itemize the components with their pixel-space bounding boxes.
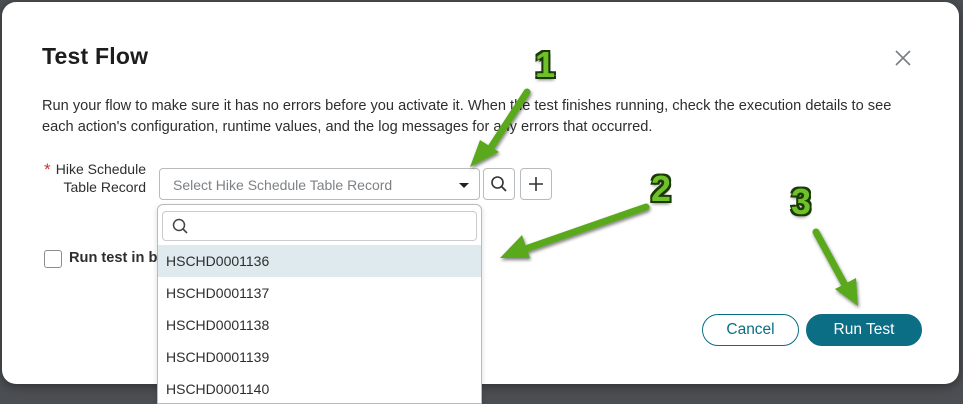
dropdown-option[interactable]: HSCHD0001136 — [158, 245, 481, 277]
lookup-search-button[interactable] — [483, 168, 515, 200]
close-icon[interactable] — [891, 46, 915, 70]
dialog-description: Run your flow to make sure it has no err… — [42, 98, 892, 135]
record-select-placeholder: Select Hike Schedule Table Record — [173, 177, 393, 193]
caret-down-icon[interactable] — [459, 183, 469, 188]
plus-icon — [529, 177, 543, 191]
annotation-number-2: 2 — [651, 168, 672, 209]
dropdown-option[interactable]: HSCHD0001137 — [158, 277, 481, 309]
search-icon — [491, 176, 507, 192]
add-record-button[interactable] — [520, 168, 552, 200]
dropdown-option[interactable]: HSCHD0001139 — [158, 341, 481, 373]
dialog-title: Test Flow — [42, 43, 149, 69]
required-marker: * — [44, 160, 51, 179]
dropdown-option[interactable]: HSCHD0001138 — [158, 309, 481, 341]
annotation-number-1: 1 — [535, 44, 556, 85]
annotation-number-3: 3 — [791, 181, 812, 222]
record-select[interactable]: Select Hike Schedule Table Record — [159, 168, 480, 200]
run-test-button[interactable]: Run Test — [806, 314, 922, 346]
record-field-label: Hike Schedule Table Record — [55, 161, 146, 195]
dropdown-search-input[interactable] — [162, 211, 477, 241]
dropdown-option[interactable]: HSCHD0001140 — [158, 373, 481, 403]
run-in-background-label: Run test in background — [69, 250, 162, 266]
cancel-button[interactable]: Cancel — [702, 314, 799, 346]
record-dropdown: HSCHD0001136 HSCHD0001137 HSCHD0001138 H… — [157, 204, 482, 404]
run-in-background-checkbox[interactable] — [44, 250, 62, 268]
search-icon — [172, 218, 188, 234]
